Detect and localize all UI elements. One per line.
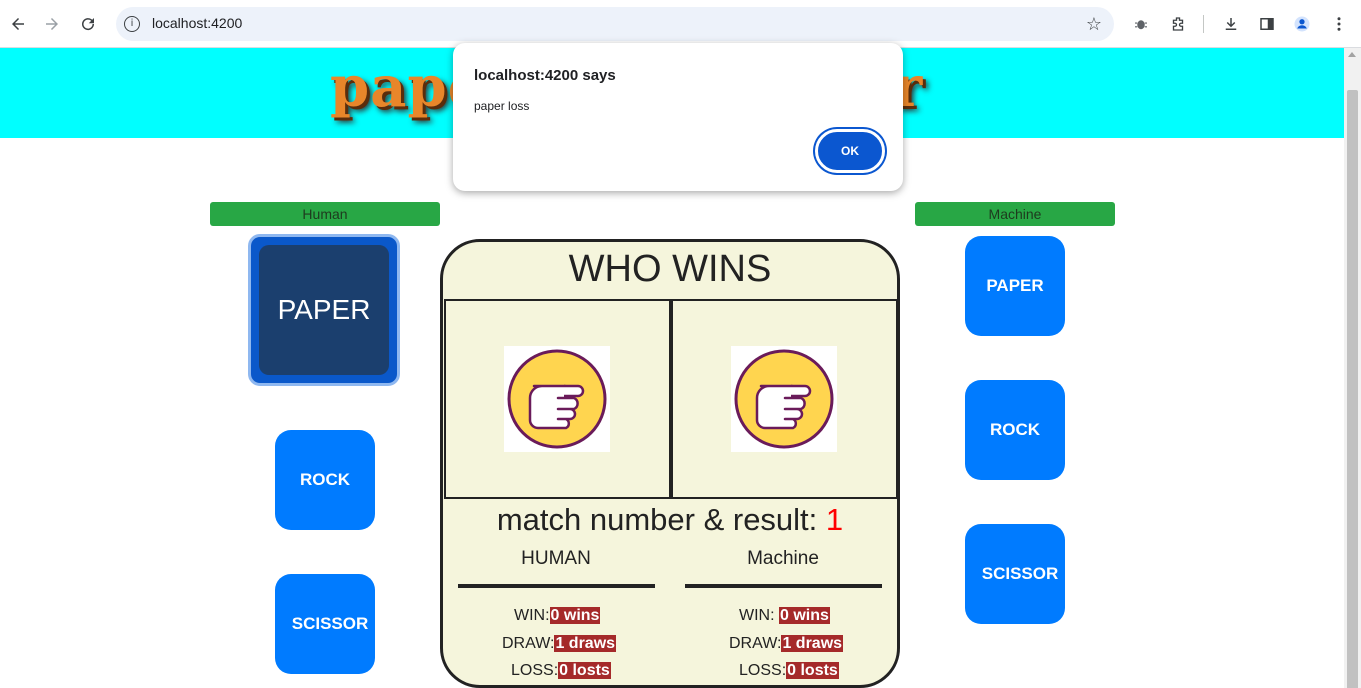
url-text: localhost:4200 <box>152 15 243 31</box>
result-board: WHO WINS match number & result: 1 HUMAN … <box>440 239 900 688</box>
scroll-thumb[interactable] <box>1347 90 1358 688</box>
machine-draw-value: 1 draws <box>781 635 844 652</box>
human-paper-label: PAPER <box>259 245 389 375</box>
machine-draw-stat: DRAW:1 draws <box>729 634 844 654</box>
match-result-label: match number & result: <box>496 502 826 537</box>
human-draw-value: 1 draws <box>554 635 617 652</box>
scroll-up-arrow-icon[interactable] <box>1348 52 1356 57</box>
extensions-icon[interactable] <box>1166 12 1190 36</box>
profile-avatar-icon[interactable] <box>1290 12 1314 36</box>
machine-loss-value: 0 losts <box>786 662 839 679</box>
address-bar[interactable]: i localhost:4200 ☆ <box>116 7 1114 41</box>
human-label: Human <box>210 202 440 226</box>
toolbar-separator <box>1203 15 1204 33</box>
machine-win-value: 0 wins <box>779 607 830 624</box>
human-scissor-button[interactable]: SCISSOR <box>275 574 375 674</box>
page-scrollbar[interactable] <box>1344 48 1361 688</box>
human-column-heading: HUMAN <box>521 548 591 569</box>
human-divider <box>458 584 655 588</box>
human-rock-button[interactable]: ROCK <box>275 430 375 530</box>
machine-paper-button[interactable]: PAPER <box>965 236 1065 336</box>
dialog-title: localhost:4200 says <box>474 67 616 84</box>
machine-hand-image <box>731 346 837 452</box>
human-loss-value: 0 losts <box>558 662 611 679</box>
stat-label: LOSS: <box>511 662 559 679</box>
download-icon[interactable] <box>1219 12 1243 36</box>
dialog-message: paper loss <box>474 99 530 113</box>
machine-win-stat: WIN: 0 wins <box>739 606 830 626</box>
machine-label: Machine <box>915 202 1115 226</box>
match-result-line: match number & result: 1 <box>443 502 897 538</box>
machine-choice-cell <box>671 299 897 499</box>
stat-label: WIN: <box>514 607 550 624</box>
human-paper-button[interactable]: PAPER <box>248 234 400 386</box>
stat-label: DRAW: <box>502 635 555 652</box>
human-loss-stat: LOSS:0 losts <box>511 661 611 681</box>
side-panel-icon[interactable] <box>1255 12 1279 36</box>
human-choice-cell <box>444 299 671 499</box>
match-number: 1 <box>825 502 844 537</box>
back-icon[interactable] <box>4 10 32 38</box>
forward-icon[interactable] <box>38 10 66 38</box>
board-title: WHO WINS <box>568 248 772 290</box>
paper-hand-icon <box>507 349 607 449</box>
human-draw-stat: DRAW:1 draws <box>502 634 617 654</box>
machine-scissor-button[interactable]: SCISSOR <box>965 524 1065 624</box>
bookmark-star-icon[interactable]: ☆ <box>1086 14 1102 35</box>
stat-label: LOSS: <box>739 662 787 679</box>
bug-icon[interactable] <box>1129 12 1153 36</box>
human-win-stat: WIN:0 wins <box>514 606 601 626</box>
menu-kebab-icon[interactable] <box>1327 12 1351 36</box>
reload-icon[interactable] <box>74 10 102 38</box>
paper-hand-icon <box>734 349 834 449</box>
machine-loss-stat: LOSS:0 losts <box>739 661 839 681</box>
machine-divider <box>685 584 882 588</box>
site-info-icon[interactable]: i <box>124 16 140 32</box>
machine-rock-button[interactable]: ROCK <box>965 380 1065 480</box>
human-hand-image <box>504 346 610 452</box>
browser-toolbar: i localhost:4200 ☆ <box>0 0 1361 48</box>
stat-label: WIN: <box>739 607 779 624</box>
machine-column-heading: Machine <box>747 548 819 569</box>
dialog-ok-button[interactable]: OK <box>815 129 885 173</box>
stat-label: DRAW: <box>729 635 782 652</box>
human-win-value: 0 wins <box>549 607 601 624</box>
alert-dialog: localhost:4200 says paper loss OK <box>453 43 903 191</box>
